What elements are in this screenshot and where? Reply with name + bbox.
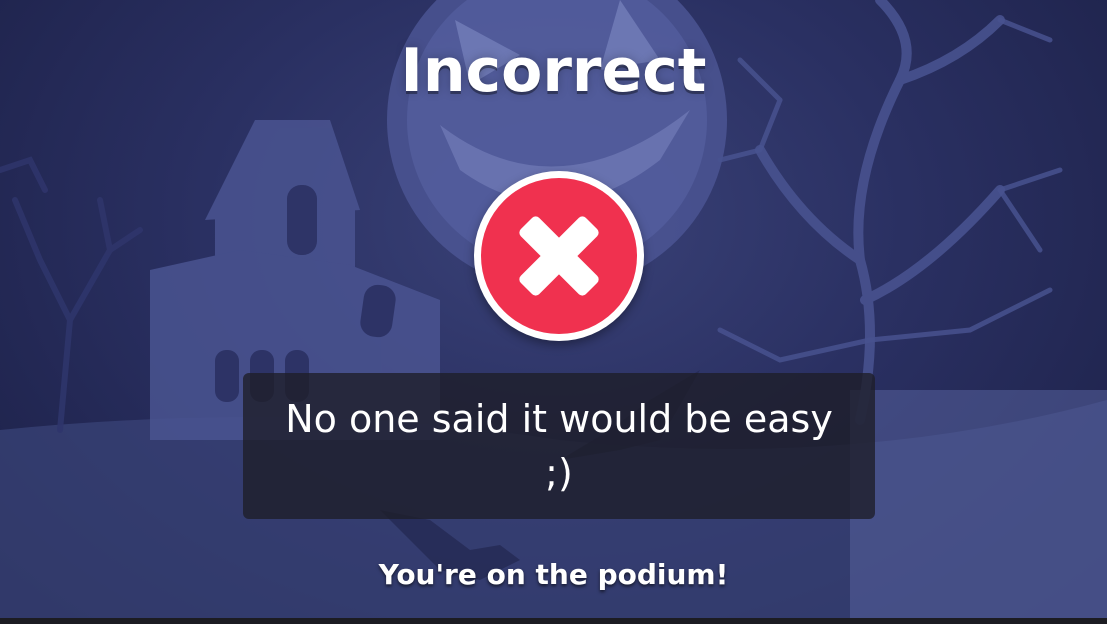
cross-icon xyxy=(519,216,599,296)
bottom-bar xyxy=(0,618,1107,624)
feedback-message-box: No one said it would be easy ;) xyxy=(243,373,875,519)
podium-status: You're on the podium! xyxy=(378,558,729,591)
result-screen: Incorrect No one said it would be easy ;… xyxy=(0,0,1107,624)
result-title: Incorrect xyxy=(400,36,707,106)
feedback-message: No one said it would be easy ;) xyxy=(285,397,833,495)
badge-fill xyxy=(481,178,637,334)
result-badge xyxy=(474,171,644,341)
